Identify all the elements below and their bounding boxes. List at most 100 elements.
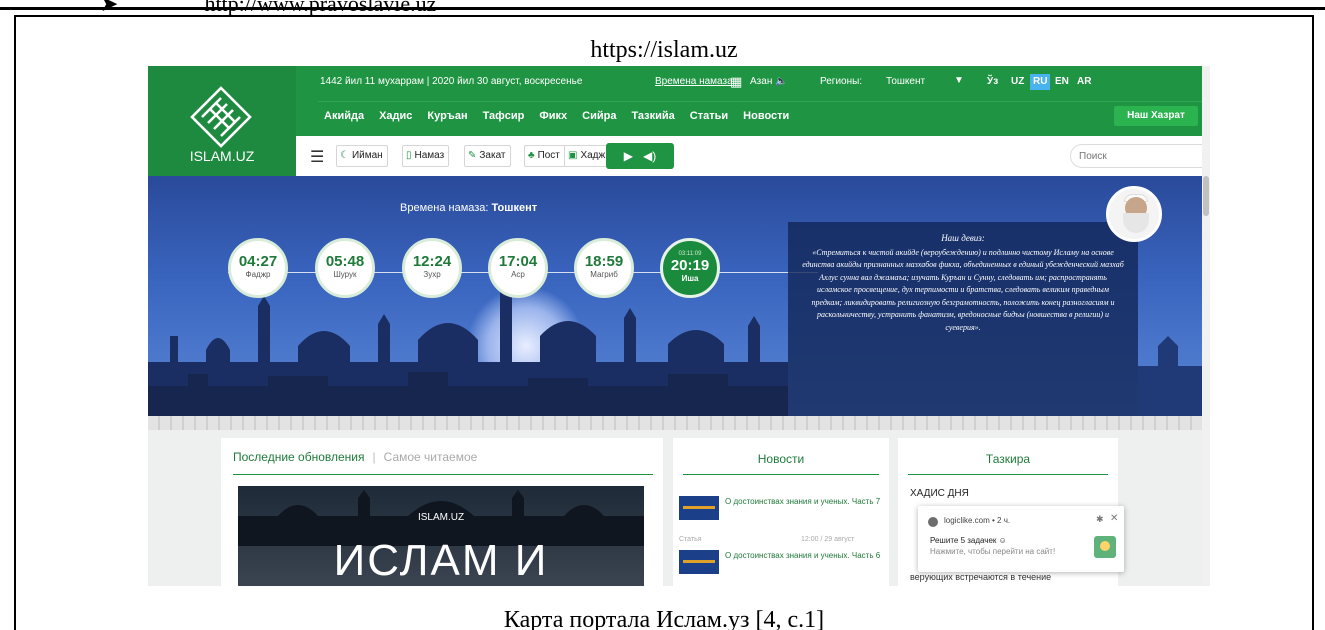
news-item-title[interactable]: О достоинствах знания и ученых. Часть 6 [725,550,883,561]
tool-zakat[interactable]: ✎ Закат [464,145,511,167]
nav-siyra[interactable]: Сийра [582,110,616,122]
menu-icon[interactable]: ☰ [310,147,324,167]
region-select[interactable]: Тошкент [886,76,925,87]
news-underline [683,474,879,475]
our-hazrat-button[interactable]: Наш Хазрат [1114,106,1198,126]
nav-fikh[interactable]: Фикх [539,110,567,122]
news-card: Новости О достоинствах знания и ученых. … [673,438,889,586]
tool-namaz-label: Намаз [414,150,445,161]
azan-label: Азан [750,76,773,87]
news-thumbnail[interactable] [679,550,719,574]
close-icon[interactable]: ✕ [1110,513,1118,524]
calendar-icon[interactable]: ▦ [730,74,742,90]
tool-hajj[interactable]: ▣ Хадж [564,145,611,167]
table-top-rule [0,7,1325,10]
prayer-times-link[interactable]: Времена намаза [655,76,733,87]
toolbar: ☰ ☾ Иймaн ▯ Намаз ✎ Закат ♣ Пост ▣ Хадж ▶ ◀) … [296,136,1210,176]
news-thumbnail[interactable] [679,496,719,520]
notification-title: Решите 5 задачек ☺ [930,536,1007,545]
nav-articles[interactable]: Статьи [690,110,728,122]
tab-popular[interactable]: Самое читаемое [384,450,478,464]
hadith-of-day-heading: ХАДИС ДНЯ [910,488,969,499]
ornament-border [148,416,1210,430]
lang-ru[interactable]: RU [1030,74,1051,90]
nav-quran[interactable]: Куръан [427,110,467,122]
prayer-name: Фаджр [245,270,271,279]
tazkira-heading: Тазкира [985,452,1031,466]
search-input[interactable] [1079,149,1210,163]
notification-image [1094,536,1116,558]
kaaba-icon: ▣ [568,150,578,161]
prayer-title-prefix: Времена намаза: [400,202,489,214]
lang-uz[interactable]: UZ [1008,74,1027,90]
prayer-title-city: Тошкент [491,202,538,214]
figure-title: https://islam.uz [590,37,738,63]
tool-fast[interactable]: ♣ Пост [524,145,565,167]
motto-heading: Наш девиз: [941,233,985,243]
tool-iman-label: Иймaн [351,150,383,161]
news-type: Статья [679,536,702,543]
latest-updates-card: Последние обновления | Самое читаемое ISLA… [221,438,663,586]
prayer-name: Магриб [590,270,618,279]
calligraphy-logo-icon [190,86,252,148]
updates-tabs: Последние обновления | Самое читаемое [233,450,477,464]
tool-iman[interactable]: ☾ Иймaн [336,145,388,167]
push-notification[interactable]: logiclike.com • 2 ч. ✱ ✕ Решите 5 задаче… [918,506,1124,572]
speaker-icon: 🔈 [775,76,788,87]
notification-source: logiclike.com • 2 ч. [944,516,1011,525]
nav-tafsir[interactable]: Тафсир [483,110,525,122]
prayer-mat-icon: ▯ [406,150,412,161]
lang-en[interactable]: EN [1052,74,1072,90]
site-logo[interactable]: ISLAM.UZ [148,66,296,176]
prayer-asr: 17:04 Аср [488,238,548,298]
scrollbar-thumb[interactable] [1203,176,1209,216]
lang-ar[interactable]: AR [1074,74,1094,90]
tool-namaz[interactable]: ▯ Намаз [402,145,450,167]
prayer-shuruk: 05:48 Шурук [315,238,375,298]
main-nav: Акийда Хадис Куръан Тафсир Фикх Сийра Та… [324,110,804,122]
crescent-icon: ☾ [340,150,349,161]
play-icon[interactable]: ▶ [624,149,633,163]
site-favicon-icon [928,517,938,527]
avatar-beard [1123,213,1149,233]
search-box: ⚲ [1070,144,1210,168]
motto-text: «Стремиться к чистой акийде (вероубежден… [802,247,1124,332]
notification-body: Нажмите, чтобы перейти на сайт! [930,547,1056,556]
nav-akida[interactable]: Акийда [324,110,364,122]
volume-icon[interactable]: ◀) [643,149,656,163]
prayer-time: 17:04 [498,253,538,270]
prayer-name: Иша [681,274,699,283]
prayer-times-title: Времена намаза: Тошкент [400,202,537,214]
prayer-maghrib: 18:59 Магриб [574,238,634,298]
prayer-time: 18:59 [584,253,624,270]
tab-latest[interactable]: Последние обновления [233,450,365,464]
azan-toggle[interactable]: Азан 🔈 [750,76,788,87]
chevron-down-icon[interactable]: ▼ [954,75,964,86]
prayer-time: 20:19 [670,257,710,274]
tool-fast-label: Пост [537,150,560,161]
featured-banner[interactable]: ISLAM.UZ ИСЛАМ И [238,486,644,586]
banner-heading: ИСЛАМ И [333,536,549,585]
tool-hajj-label: Хадж [580,150,606,161]
website-screenshot: ISLAM.UZ 1442 йил 11 мухаррам | 2020 йил… [148,66,1210,586]
avatar[interactable] [1106,186,1162,242]
prayer-time: 05:48 [325,253,365,270]
news-heading: Новости [757,452,805,466]
prayer-time: 04:27 [238,253,278,270]
gear-icon[interactable]: ✱ [1096,514,1104,525]
coin-icon: ✎ [468,150,477,161]
nav-tazkiya[interactable]: Тазкийа [631,110,674,122]
logo-text: ISLAM.UZ [189,148,255,164]
prayer-fajr: 04:27 Фаджр [228,238,288,298]
nav-news[interactable]: Новости [743,110,789,122]
hijri-date: 1442 йил 11 мухаррам | 2020 йил 30 авгус… [320,76,583,87]
lang-uz-cyrillic[interactable]: Ўз [984,74,1001,90]
audio-player[interactable]: ▶ ◀) [606,143,674,169]
regions-label: Регионы: [820,76,863,87]
scrollbar-track[interactable] [1202,66,1210,586]
prayer-zuhr: 12:24 Зухр [402,238,462,298]
prayer-isha-current: 03:11:09 20:19 Иша [660,238,720,298]
nav-hadis[interactable]: Хадис [379,110,412,122]
news-item-title[interactable]: О достоинствах знания и ученых. Часть 7 [725,496,883,507]
prayer-name: Аср [511,270,525,279]
